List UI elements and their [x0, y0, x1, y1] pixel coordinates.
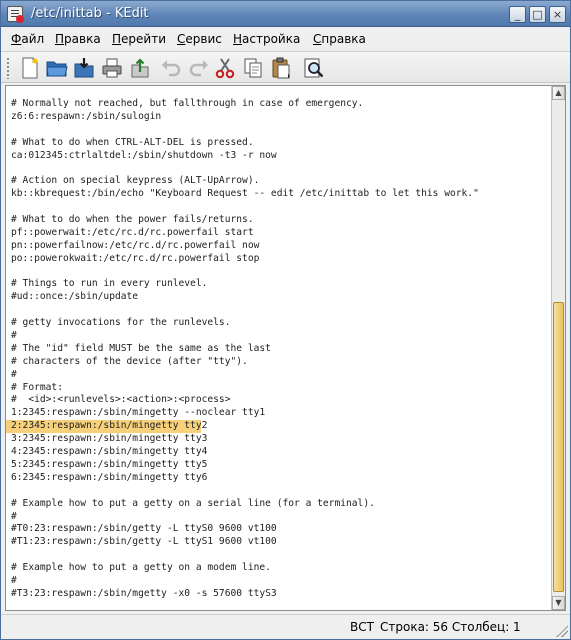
- menu-go-label: ерейти: [121, 32, 167, 46]
- menu-help-label: правка: [321, 32, 366, 46]
- cursor-position: Строка: 56 Столбец: 1: [380, 620, 521, 634]
- editor-line[interactable]: 6:2345:respawn:/sbin/mingetty tty6: [6, 472, 551, 485]
- scroll-down-arrow-icon[interactable]: ▼: [552, 596, 565, 610]
- print-icon[interactable]: [100, 56, 124, 80]
- insert-mode-indicator: ВСТ: [350, 620, 374, 634]
- editor-line[interactable]: 3:2345:respawn:/sbin/mingetty tty3: [6, 433, 551, 446]
- scrollbar-thumb[interactable]: [553, 302, 564, 592]
- editor-line[interactable]: # Action on special keypress (ALT-UpArro…: [6, 175, 551, 188]
- editor-line[interactable]: #: [6, 369, 551, 382]
- paste-icon[interactable]: [269, 56, 293, 80]
- editor-line[interactable]: pf::powerwait:/etc/rc.d/rc.powerfail sta…: [6, 227, 551, 240]
- kedit-app-icon[interactable]: [7, 6, 24, 23]
- menu-edit-label: равка: [64, 32, 101, 46]
- title-bar[interactable]: /etc/inittab - KEdit _ □ ×: [1, 1, 570, 27]
- scroll-up-arrow-icon[interactable]: ▲: [552, 86, 565, 100]
- copy-icon[interactable]: [241, 56, 265, 80]
- save-icon[interactable]: [72, 56, 96, 80]
- toolbar-grip[interactable]: [6, 57, 10, 79]
- editor-line[interactable]: 4:2345:respawn:/sbin/mingetty tty4: [6, 446, 551, 459]
- editor-line-selected[interactable]: 2:2345:respawn:/sbin/mingetty tty2: [6, 420, 207, 434]
- menu-settings-mnemonic: Н: [233, 32, 243, 46]
- editor-line[interactable]: kb::kbrequest:/bin/echo "Keyboard Reques…: [6, 188, 551, 201]
- editor-line[interactable]: # Format:: [6, 382, 551, 395]
- editor-line[interactable]: po::powerokwait:/etc/rc.d/rc.powerfail s…: [6, 253, 551, 266]
- resize-grip[interactable]: [556, 625, 568, 637]
- editor-line[interactable]: ca:012345:ctrlaltdel:/sbin/shutdown -t3 …: [6, 150, 551, 163]
- editor-line[interactable]: #: [6, 511, 551, 524]
- editor-line[interactable]: # Normally not reached, but fallthrough …: [6, 98, 551, 111]
- find-icon[interactable]: [302, 56, 326, 80]
- editor-line[interactable]: [6, 485, 551, 498]
- maximize-button[interactable]: □: [529, 6, 546, 23]
- menu-tools-label: ервис: [185, 32, 222, 46]
- editor-line[interactable]: #T1:23:respawn:/sbin/getty -L ttyS1 9600…: [6, 536, 551, 549]
- editor-text-area[interactable]: # Normally not reached, but fallthrough …: [6, 86, 551, 610]
- cut-icon[interactable]: [213, 56, 237, 80]
- editor-line[interactable]: # What to do when the power fails/return…: [6, 214, 551, 227]
- open-folder-icon[interactable]: [45, 56, 69, 80]
- vertical-scrollbar[interactable]: ▲ ▼: [551, 86, 565, 610]
- editor-line[interactable]: [6, 266, 551, 279]
- editor-line[interactable]: #T3:23:respawn:/sbin/mgetty -x0 -s 57600…: [6, 588, 551, 601]
- window-title: /etc/inittab - KEdit: [31, 6, 149, 21]
- editor-line[interactable]: # The "id" field MUST be the same as the…: [6, 343, 551, 356]
- editor-line[interactable]: # Example how to put a getty on a modem …: [6, 562, 551, 575]
- editor-line[interactable]: [6, 162, 551, 175]
- menu-file-label: айл: [21, 32, 45, 46]
- editor-line[interactable]: #T0:23:respawn:/sbin/getty -L ttyS0 9600…: [6, 523, 551, 536]
- kedit-window: /etc/inittab - KEdit _ □ × Файл Правка П…: [0, 0, 571, 640]
- editor-line[interactable]: [6, 124, 551, 137]
- menu-tools[interactable]: Сервис: [177, 32, 222, 46]
- editor-line[interactable]: # Example how to put a getty on a serial…: [6, 498, 551, 511]
- upload-icon[interactable]: [128, 56, 152, 80]
- menu-go-mnemonic: П: [112, 32, 122, 46]
- menu-edit-mnemonic: П: [55, 32, 65, 46]
- editor-line[interactable]: pn::powerfailnow:/etc/rc.d/rc.powerfail …: [6, 240, 551, 253]
- editor-line[interactable]: # What to do when CTRL-ALT-DEL is presse…: [6, 137, 551, 150]
- close-button[interactable]: ×: [549, 6, 566, 23]
- editor-line[interactable]: 1:2345:respawn:/sbin/mingetty --noclear …: [6, 407, 551, 420]
- menu-help[interactable]: Справка: [313, 32, 366, 46]
- menu-go[interactable]: Перейти: [112, 32, 166, 46]
- editor-line[interactable]: z6:6:respawn:/sbin/sulogin: [6, 111, 551, 124]
- menu-settings-label: астройка: [242, 32, 301, 46]
- menu-edit[interactable]: Правка: [55, 32, 101, 46]
- menu-file-mnemonic: Ф: [11, 32, 22, 46]
- editor-line[interactable]: # <id>:<runlevels>:<action>:<process>: [6, 394, 551, 407]
- new-document-icon[interactable]: [18, 56, 42, 80]
- menu-bar: Файл Правка Перейти Сервис Настройка Спр…: [1, 28, 570, 50]
- editor-line[interactable]: #: [6, 575, 551, 588]
- editor-line[interactable]: #ud::once:/sbin/update: [6, 291, 551, 304]
- undo-icon[interactable]: [159, 56, 183, 80]
- minimize-button[interactable]: _: [509, 6, 526, 23]
- editor-line[interactable]: # characters of the device (after "tty")…: [6, 356, 551, 369]
- editor-line[interactable]: [6, 549, 551, 562]
- editor-line[interactable]: # getty invocations for the runlevels.: [6, 317, 551, 330]
- editor-line[interactable]: [6, 304, 551, 317]
- status-bar: ВСТ Строка: 56 Столбец: 1: [1, 614, 570, 639]
- editor-line[interactable]: 5:2345:respawn:/sbin/mingetty tty5: [6, 459, 551, 472]
- editor-line[interactable]: #: [6, 330, 551, 343]
- menu-file[interactable]: Файл: [11, 32, 44, 46]
- editor-line[interactable]: # Things to run in every runlevel.: [6, 278, 551, 291]
- menu-settings[interactable]: Настройка: [233, 32, 300, 46]
- text-editor[interactable]: # Normally not reached, but fallthrough …: [5, 85, 566, 611]
- redo-icon[interactable]: [187, 56, 211, 80]
- main-toolbar: [1, 51, 570, 83]
- editor-line[interactable]: [6, 201, 551, 214]
